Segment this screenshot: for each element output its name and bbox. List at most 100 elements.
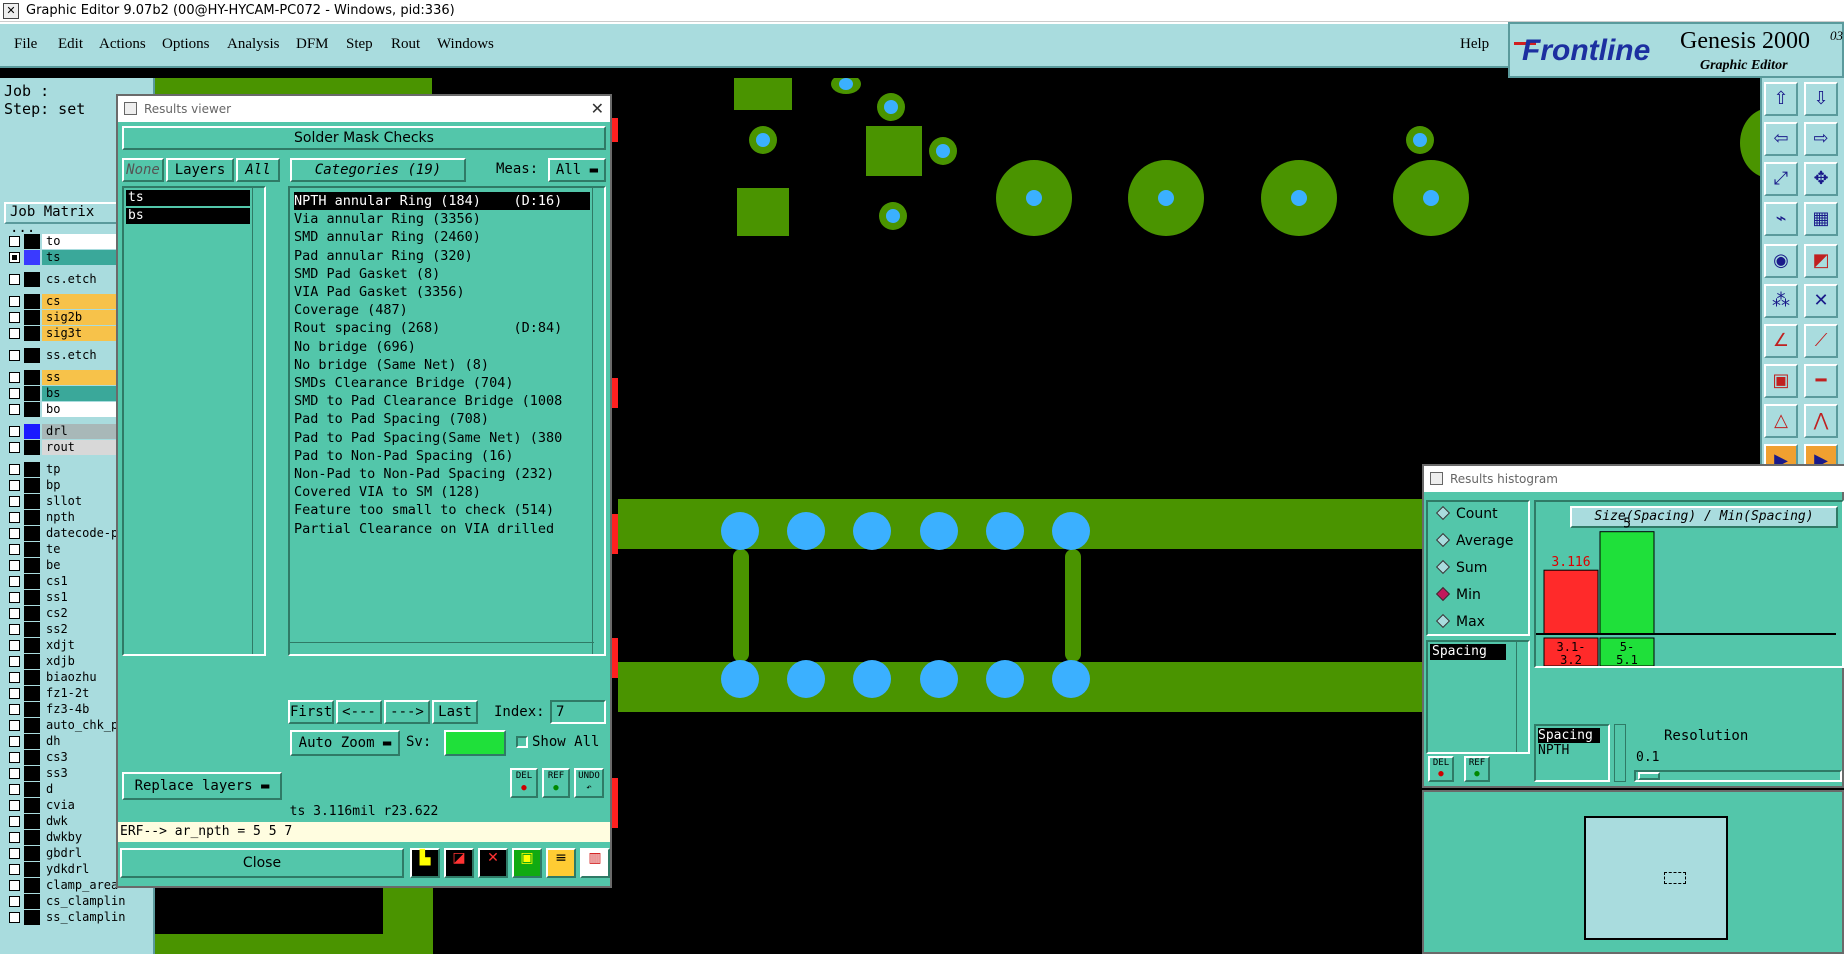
layer-checkbox[interactable] xyxy=(9,688,20,699)
index-field[interactable]: 7 xyxy=(550,700,606,724)
layers-scrollbar[interactable] xyxy=(252,188,264,654)
layer-row[interactable]: ts xyxy=(6,250,126,265)
layer-name[interactable]: cvia xyxy=(42,798,126,813)
layer-row[interactable]: ss1 xyxy=(6,590,126,605)
layer-name[interactable]: be xyxy=(42,558,126,573)
category-item[interactable]: Pad to Pad Spacing (708) xyxy=(294,410,590,428)
layer-name[interactable]: ts xyxy=(42,250,126,265)
layer-name[interactable]: cs.etch xyxy=(42,272,126,287)
layer-color-swatch[interactable] xyxy=(24,250,40,265)
layer-row[interactable]: cvia xyxy=(6,798,126,813)
toolbar-btn-6[interactable]: ✥ xyxy=(1804,162,1838,196)
layer-row[interactable]: dh xyxy=(6,734,126,749)
layer-color-swatch[interactable] xyxy=(24,440,40,455)
layer-color-swatch[interactable] xyxy=(24,878,40,893)
layer-checkbox[interactable] xyxy=(9,896,20,907)
sv-dropdown[interactable] xyxy=(444,730,506,756)
layer-checkbox[interactable] xyxy=(9,496,20,507)
layer-color-swatch[interactable] xyxy=(24,830,40,845)
layer-checkbox[interactable] xyxy=(9,880,20,891)
layer-name[interactable]: datecode-pl xyxy=(42,526,126,541)
menu-step[interactable]: Step xyxy=(346,36,373,53)
layer-name[interactable]: dwk xyxy=(42,814,126,829)
spacing-list-item[interactable]: Spacing xyxy=(1430,644,1506,660)
layer-color-swatch[interactable] xyxy=(24,294,40,309)
layer-name[interactable]: ss2 xyxy=(42,622,126,637)
category-item[interactable]: SMDs Clearance Bridge (704) xyxy=(294,374,590,392)
layer-checkbox[interactable] xyxy=(9,912,20,923)
ref-button[interactable]: REF ● xyxy=(542,768,570,798)
layer-checkbox[interactable] xyxy=(9,864,20,875)
categories-listbox[interactable]: NPTH annular Ring (184) (D:16) Via annula… xyxy=(288,186,606,656)
layer-row[interactable]: bs xyxy=(6,386,126,401)
layer-color-swatch[interactable] xyxy=(24,462,40,477)
layer-row[interactable]: bp xyxy=(6,478,126,493)
layer-row[interactable]: bo xyxy=(6,402,126,417)
layer-row[interactable]: cs3 xyxy=(6,750,126,765)
layer-checkbox[interactable] xyxy=(9,672,20,683)
layer-color-swatch[interactable] xyxy=(24,574,40,589)
layer-color-swatch[interactable] xyxy=(24,766,40,781)
layer-name[interactable]: ss3 xyxy=(42,766,126,781)
layer-row[interactable]: cs xyxy=(6,294,126,309)
toolbar-btn-3[interactable]: ⇦ xyxy=(1764,122,1798,156)
layer-color-swatch[interactable] xyxy=(24,910,40,925)
layer-name[interactable]: rout xyxy=(42,440,126,455)
category-item[interactable]: Pad annular Ring (320) xyxy=(294,247,590,265)
layer-name[interactable]: ss.etch xyxy=(42,348,126,363)
layer-checkbox[interactable] xyxy=(9,328,20,339)
layer-checkbox[interactable] xyxy=(9,528,20,539)
auto-zoom-dropdown[interactable]: Auto Zoom ▬ xyxy=(290,730,400,756)
layer-row[interactable]: gbdrl xyxy=(6,846,126,861)
layer-name[interactable]: npth xyxy=(42,510,126,525)
layer-color-swatch[interactable] xyxy=(24,718,40,733)
layer-name[interactable]: ydkdrl xyxy=(42,862,126,877)
mode-radio-count[interactable]: Count xyxy=(1435,505,1498,522)
layer-color-swatch[interactable] xyxy=(24,846,40,861)
layer-checkbox[interactable] xyxy=(9,372,20,383)
layer-name[interactable]: cs2 xyxy=(42,606,126,621)
field-list[interactable]: Spacing xyxy=(1426,640,1530,754)
layer-row[interactable]: cs1 xyxy=(6,574,126,589)
layer-checkbox[interactable] xyxy=(9,560,20,571)
layer-name[interactable]: bo xyxy=(42,402,126,417)
layer-checkbox[interactable] xyxy=(9,350,20,361)
show-all-checkbox[interactable] xyxy=(516,736,528,748)
categories-button[interactable]: Categories (19) xyxy=(290,158,466,182)
none-button[interactable]: None xyxy=(122,158,164,182)
layer-color-swatch[interactable] xyxy=(24,894,40,909)
layer-row[interactable]: sig3t xyxy=(6,326,126,341)
toolbar-btn-5[interactable]: ⤢ xyxy=(1764,162,1798,196)
layer-checkbox[interactable] xyxy=(9,704,20,715)
category-item[interactable]: No bridge (696) xyxy=(294,338,590,356)
layer-color-swatch[interactable] xyxy=(24,798,40,813)
layer-checkbox[interactable] xyxy=(9,312,20,323)
layer-row[interactable]: dwk xyxy=(6,814,126,829)
layer-row[interactable]: auto_chk_pi xyxy=(6,718,126,733)
layer-name[interactable]: dwkby xyxy=(42,830,126,845)
category-item[interactable]: Pad to Non-Pad Spacing (16) xyxy=(294,447,590,465)
category-item[interactable]: Coverage (487) xyxy=(294,301,590,319)
layer-row[interactable]: drl xyxy=(6,424,126,439)
layer-name[interactable]: xdjt xyxy=(42,638,126,653)
layer-name[interactable]: ss xyxy=(42,370,126,385)
category-item[interactable]: No bridge (Same Net) (8) xyxy=(294,356,590,374)
histogram-bar[interactable] xyxy=(1543,569,1599,635)
layer-row[interactable]: datecode-pl xyxy=(6,526,126,541)
layer-name[interactable]: cs1 xyxy=(42,574,126,589)
toolbar-btn-16[interactable]: ━ xyxy=(1804,364,1838,398)
layer-checkbox[interactable] xyxy=(9,624,20,635)
menu-actions[interactable]: Actions xyxy=(99,36,146,53)
categories-scrollbar[interactable] xyxy=(592,188,604,654)
layer-name[interactable]: sig3t xyxy=(42,326,126,341)
layer-color-swatch[interactable] xyxy=(24,782,40,797)
layer-color-swatch[interactable] xyxy=(24,686,40,701)
category-item[interactable]: Partial Clearance on VIA drilled xyxy=(294,520,590,538)
layer-item[interactable]: bs xyxy=(126,208,250,224)
layer-row[interactable]: sig2b xyxy=(6,310,126,325)
tool-icon-2[interactable]: ◪ xyxy=(444,848,474,878)
layer-name[interactable]: to xyxy=(42,234,126,249)
layer-checkbox[interactable] xyxy=(9,832,20,843)
menu-dfm[interactable]: DFM xyxy=(296,36,329,53)
layer-color-swatch[interactable] xyxy=(24,558,40,573)
